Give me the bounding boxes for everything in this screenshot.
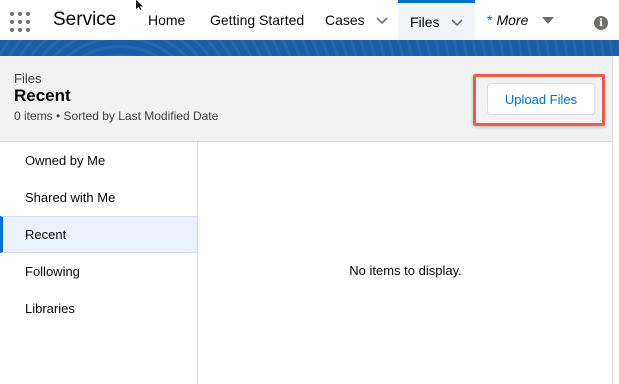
unsaved-marker: * [487,12,493,28]
sidebar-item-owned-by-me[interactable]: Owned by Me [0,142,197,179]
nav-tab-label: More [496,12,529,28]
page-title: Recent [14,86,71,105]
caret-down-icon[interactable] [542,15,555,25]
nav-tab-label: Home [148,12,186,28]
global-navigation: Service Home Getting Started Cases Files… [0,0,619,40]
object-label: Files [14,71,42,86]
nav-tab-cases[interactable]: Cases [325,0,389,40]
files-sidebar: Owned by Me Shared with Me Recent Follow… [0,142,198,384]
sidebar-item-label: Shared with Me [25,190,116,205]
brand-band [0,40,619,56]
nav-tab-files[interactable]: Files [398,0,475,40]
empty-state-message: No items to display. [349,263,462,278]
mouse-cursor-icon [136,0,143,10]
list-view-header: Files Recent 0 items • Sorted by Last Mo… [0,56,613,142]
list-meta: 0 items • Sorted by Last Modified Date [14,109,219,123]
nav-tab-label: Getting Started [210,12,305,28]
app-launcher-icon[interactable] [8,10,32,34]
chevron-down-icon[interactable] [450,15,464,29]
sidebar-item-label: Libraries [25,301,75,316]
app-name: Service [53,9,117,30]
sidebar-item-shared-with-me[interactable]: Shared with Me [0,179,197,216]
files-list-content: No items to display. [198,142,613,384]
sidebar-item-recent[interactable]: Recent [0,216,197,253]
sidebar-item-following[interactable]: Following [0,253,197,290]
sidebar-item-label: Following [25,264,80,279]
nav-tab-home[interactable]: Home [148,0,185,40]
sidebar-item-label: Recent [25,227,67,242]
info-icon[interactable]: i [594,16,608,30]
chevron-down-icon[interactable] [375,13,389,27]
nav-tab-label: Cases [325,12,365,28]
sidebar-item-label: Owned by Me [25,153,106,168]
upload-files-button[interactable]: Upload Files [487,83,595,115]
nav-tab-more[interactable]: * More [487,0,555,40]
sidebar-item-libraries[interactable]: Libraries [0,290,197,327]
nav-tab-getting-started[interactable]: Getting Started [210,0,304,40]
nav-tab-label: Files [410,13,440,30]
